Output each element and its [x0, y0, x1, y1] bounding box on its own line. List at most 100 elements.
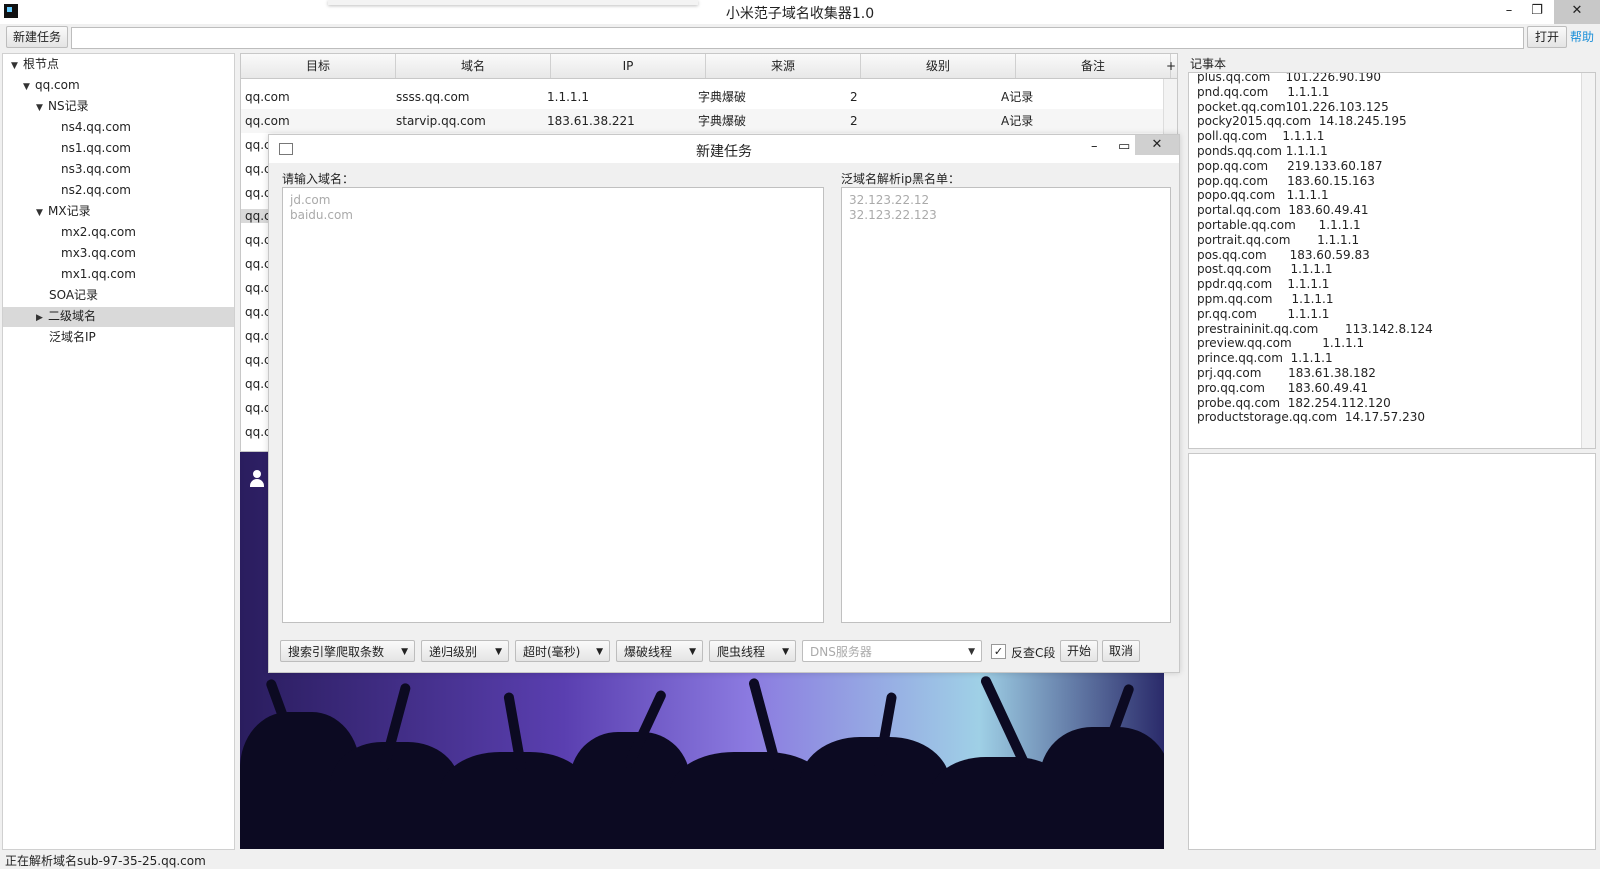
notebook-label: 记事本 — [1190, 57, 1227, 71]
blacklist-placeholder: 32.123.22.12 — [849, 193, 930, 207]
blacklist-textarea[interactable]: 32.123.22.12 32.123.22.123 — [841, 187, 1171, 623]
dropdown-arrow-icon: ▼ — [495, 647, 502, 657]
expanded-arrow-icon[interactable]: ▼ — [11, 56, 23, 77]
column-header-domain[interactable]: 域名 — [396, 54, 551, 78]
notebook-line: portrait.qq.com 1.1.1.1 — [1197, 232, 1360, 247]
domain-tree[interactable]: ▼ 根节点 ▼ qq.com ▼ NS记录 ns4.qq.com ns1.qq.com… — [2, 53, 235, 850]
tree-node-subdomain[interactable]: ▶ 二级域名 — [36, 306, 96, 327]
partial-row-cell: qq.c — [245, 377, 271, 391]
tree-label: 根节点 — [23, 57, 60, 71]
dialog-title-bar: 新建任务 – ▭ ✕ — [269, 135, 1179, 163]
tree-label: 二级域名 — [48, 309, 97, 323]
crawler-threads-dropdown[interactable]: 爬虫线程 ▼ — [709, 640, 796, 662]
column-header-level[interactable]: 级别 — [861, 54, 1016, 78]
dropdown-arrow-icon: ▼ — [968, 647, 975, 657]
start-button[interactable]: 开始 — [1060, 640, 1098, 662]
brute-threads-dropdown[interactable]: 爆破线程 ▼ — [616, 640, 703, 662]
cell-ip: 183.61.38.221 — [547, 114, 635, 128]
partial-row-cell: qq.c — [245, 233, 271, 247]
background-window-edge — [328, 0, 698, 5]
notebook-line: productstorage.qq.com 14.17.57.230 — [1197, 410, 1426, 425]
column-header-target[interactable]: 目标 — [241, 54, 396, 78]
help-link[interactable]: 帮助 — [1570, 28, 1594, 45]
column-header-note[interactable]: 备注 — [1016, 54, 1171, 78]
column-header-source[interactable]: 来源 — [706, 54, 861, 78]
collapsed-arrow-icon[interactable]: ▶ — [36, 308, 48, 329]
notebook-line: pop.qq.com 219.133.60.187 — [1197, 158, 1383, 173]
tree-node-ns[interactable]: ▼ NS记录 — [36, 96, 89, 117]
recursion-level-dropdown[interactable]: 递归级别 ▼ — [421, 640, 509, 662]
status-text: 正在解析域名sub-97-35-25.qq.com — [5, 854, 206, 868]
cell-source: 字典爆破 — [698, 90, 747, 104]
dialog-close-button[interactable]: ✕ — [1135, 135, 1179, 155]
search-engine-count-dropdown[interactable]: 搜索引擎爬取条数 ▼ — [280, 640, 415, 662]
tree-label: qq.com — [35, 78, 80, 92]
timeout-dropdown[interactable]: 超时(毫秒) ▼ — [515, 640, 610, 662]
tree-node-wildcard[interactable]: 泛域名IP — [49, 327, 96, 348]
partial-row-cell: qq.c — [245, 257, 271, 271]
dropdown-arrow-icon: ▼ — [596, 647, 603, 657]
domain-placeholder: baidu.com — [290, 208, 353, 222]
cell-target: qq.com — [245, 114, 290, 128]
notebook-line: prince.qq.com 1.1.1.1 — [1197, 351, 1333, 366]
notebook-line: preview.qq.com 1.1.1.1 — [1197, 336, 1365, 351]
notebook-line: prj.qq.com 183.61.38.182 — [1197, 366, 1376, 380]
reverse-c-checkbox[interactable]: ✓ — [991, 644, 1006, 659]
expanded-arrow-icon[interactable]: ▼ — [36, 203, 48, 224]
dropdown-label: 递归级别 — [429, 645, 478, 659]
notebook-line: pocket.qq.com101.226.103.125 — [1197, 99, 1389, 114]
dropdown-label: 超时(毫秒) — [523, 645, 581, 659]
notebook-line: poll.qq.com 1.1.1.1 — [1197, 129, 1325, 144]
tree-node-ns-item[interactable]: ns2.qq.com — [61, 180, 131, 201]
tree-node-mx[interactable]: ▼ MX记录 — [36, 201, 91, 222]
cancel-button[interactable]: 取消 — [1102, 640, 1140, 662]
address-input[interactable] — [71, 27, 1524, 49]
tree-node-soa[interactable]: SOA记录 — [49, 285, 98, 306]
dns-placeholder: DNS服务器 — [810, 645, 872, 659]
tree-node-domain[interactable]: ▼ qq.com — [23, 75, 80, 96]
blacklist-placeholder: 32.123.22.123 — [849, 208, 937, 222]
partial-row-cell: qq.c — [245, 329, 271, 343]
tree-node-ns-item[interactable]: ns1.qq.com — [61, 138, 131, 159]
notebook-scrollbar[interactable] — [1581, 73, 1595, 448]
dialog-maximize-button[interactable]: ▭ — [1118, 139, 1130, 154]
new-task-button[interactable]: 新建任务 — [6, 26, 68, 48]
notebook-line: popo.qq.com 1.1.1.1 — [1197, 188, 1329, 203]
expanded-arrow-icon[interactable]: ▼ — [23, 77, 35, 98]
partial-row-cell: qq.c — [245, 425, 271, 439]
expanded-arrow-icon[interactable]: ▼ — [36, 98, 48, 119]
add-column-icon[interactable]: + — [1165, 54, 1177, 78]
dropdown-label: 搜索引擎爬取条数 — [288, 645, 385, 659]
dropdown-label: 爆破线程 — [624, 645, 673, 659]
cell-domain: ssss.qq.com — [396, 90, 470, 104]
dns-server-combo[interactable]: DNS服务器 ▼ — [802, 640, 982, 662]
domain-input-label: 请输入域名： — [282, 172, 355, 186]
tree-node-ns-item[interactable]: ns3.qq.com — [61, 159, 131, 180]
tree-node-ns-item[interactable]: ns4.qq.com — [61, 117, 131, 138]
column-header-ip[interactable]: IP — [551, 54, 706, 78]
partial-row-cell: qq.c — [245, 162, 271, 176]
dropdown-arrow-icon: ▼ — [782, 647, 789, 657]
notebook-textarea[interactable]: plus.qq.com 101.226.90.190 pnd.qq.com 1.1… — [1188, 72, 1596, 449]
cell-ip: 1.1.1.1 — [547, 90, 589, 104]
close-button[interactable]: ✕ — [1554, 0, 1600, 24]
notebook-line: ppdr.qq.com 1.1.1.1 — [1197, 277, 1330, 292]
cell-note: A记录 — [1001, 114, 1034, 128]
window-title: 小米范子域名收集器1.0 — [725, 6, 875, 22]
tree-node-mx-item[interactable]: mx2.qq.com — [61, 222, 136, 243]
dropdown-label: 爬虫线程 — [717, 645, 766, 659]
notebook-line: pop.qq.com 183.60.15.163 — [1197, 173, 1375, 188]
open-button[interactable]: 打开 — [1527, 26, 1567, 48]
table-row[interactable]: qq.com ssss.qq.com 1.1.1.1 字典爆破 2 A记录 — [241, 85, 1165, 109]
tree-node-mx-item[interactable]: mx1.qq.com — [61, 264, 136, 285]
domain-textarea[interactable]: jd.com baidu.com — [282, 187, 824, 623]
partial-row-cell: qq.c — [245, 305, 271, 319]
tree-node-mx-item[interactable]: mx3.qq.com — [61, 243, 136, 264]
title-bar: 小米范子域名收集器1.0 — [0, 0, 1600, 24]
dialog-minimize-button[interactable]: – — [1091, 139, 1098, 154]
tree-node-root[interactable]: ▼ 根节点 — [11, 54, 59, 75]
cell-level: 2 — [850, 90, 858, 104]
dropdown-arrow-icon: ▼ — [689, 647, 696, 657]
cell-domain: starvip.qq.com — [396, 114, 486, 128]
table-row[interactable]: qq.com starvip.qq.com 183.61.38.221 字典爆破… — [241, 109, 1165, 133]
